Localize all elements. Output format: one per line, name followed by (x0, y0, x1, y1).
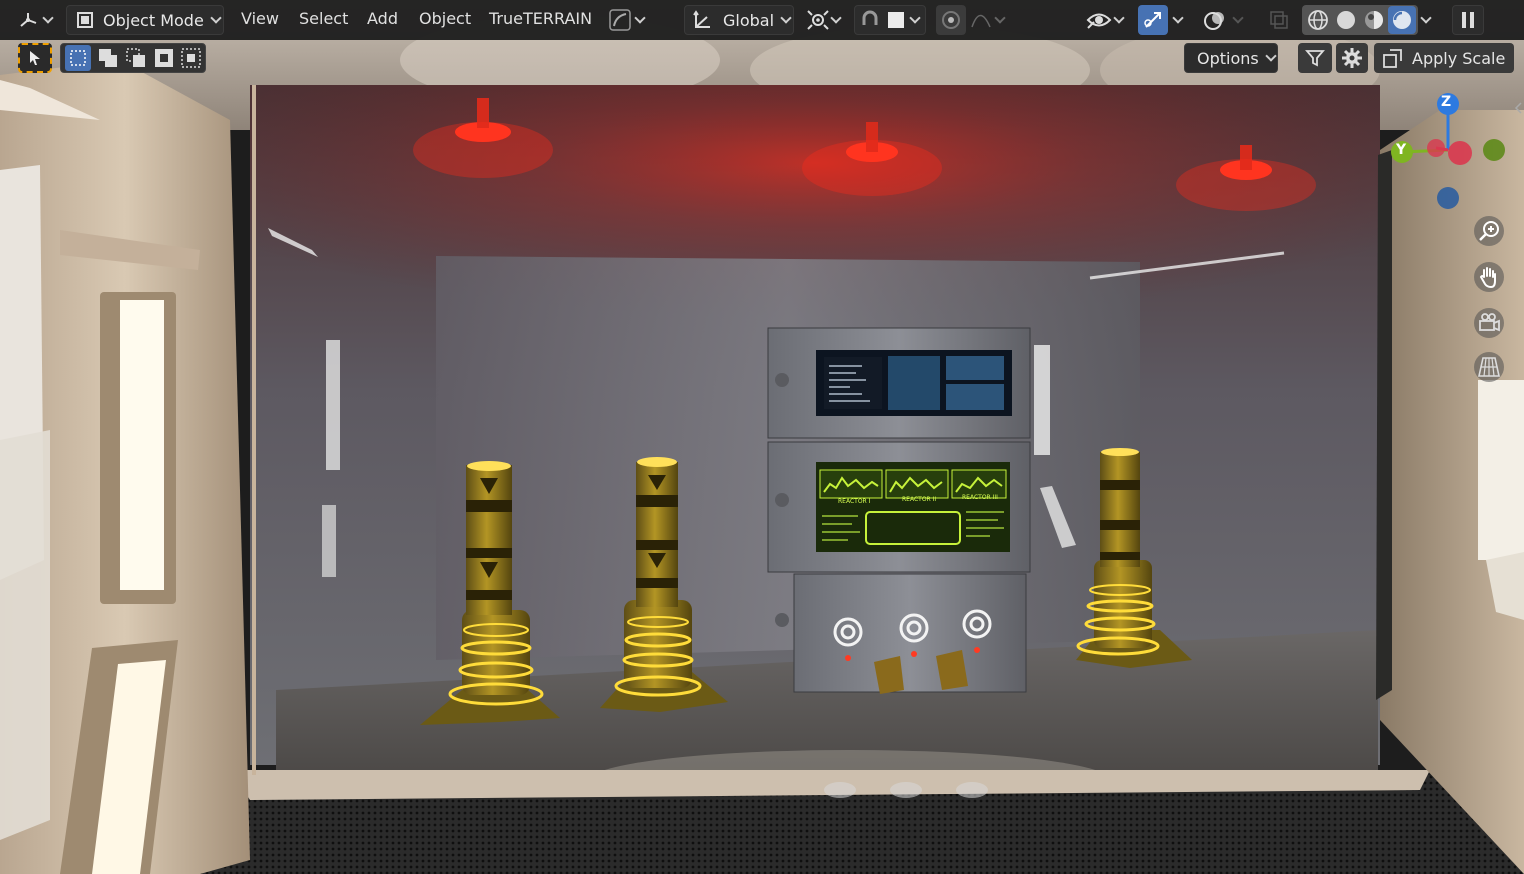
wireframe-shading-icon[interactable] (1304, 9, 1332, 31)
chevron-down-icon (1420, 11, 1432, 24)
xray-toggle[interactable] (1268, 5, 1298, 35)
pause-icon (1460, 10, 1476, 30)
control-console: REACTOR I REACTOR II REACTOR III (767, 327, 1031, 694)
rendered-shading-icon[interactable] (1388, 6, 1416, 34)
mode-dropdown[interactable]: Object Mode (66, 5, 224, 35)
overlays-toggle-group[interactable] (1200, 5, 1258, 35)
select-new-icon[interactable] (64, 45, 91, 71)
chevron-down-icon (1232, 11, 1244, 24)
reactor-label-2: REACTOR II (902, 496, 936, 503)
chevron-down-icon (1265, 49, 1277, 62)
menu-object[interactable]: Object (419, 9, 471, 28)
transform-orientation-dropdown[interactable]: Global (684, 5, 794, 35)
axis-z-label: Z (1441, 94, 1452, 110)
object-mode-cube-icon (75, 10, 95, 30)
pan-button[interactable] (1474, 262, 1504, 292)
proportional-edit-group[interactable] (936, 5, 1010, 35)
options-dropdown[interactable]: Options (1184, 43, 1278, 73)
chevron-down-icon (1113, 11, 1125, 24)
transform-axes-icon (691, 9, 713, 31)
orientation-label: Global (723, 10, 775, 30)
reactor-label-1: REACTOR I (838, 498, 871, 505)
gizmo-icon[interactable] (1138, 5, 1168, 35)
select-intersect-icon[interactable] (181, 48, 201, 68)
editor-type-button[interactable] (18, 5, 58, 35)
selection-mode-group[interactable] (60, 43, 206, 73)
select-invert-icon[interactable] (154, 48, 174, 68)
xray-icon (1268, 9, 1290, 31)
gear-icon (1341, 47, 1363, 69)
overlays-icon[interactable] (1200, 8, 1230, 32)
sidebar-toggle-arrow[interactable] (1512, 100, 1524, 116)
snap-target-icon[interactable] (885, 11, 907, 29)
select-extend-icon[interactable] (98, 48, 118, 68)
chevron-down-icon (909, 11, 921, 24)
camera-view-button[interactable] (1474, 308, 1504, 338)
visibility-eye-icon (1086, 10, 1112, 30)
zoom-button[interactable] (1474, 216, 1504, 246)
select-tool-button[interactable] (18, 43, 52, 73)
magnet-icon[interactable] (855, 9, 885, 31)
menu-view[interactable]: View (241, 9, 279, 28)
menu-trueterrain[interactable]: TrueTERRAIN (489, 9, 592, 28)
camera-icon (1477, 311, 1501, 335)
filter-funnel-icon (1305, 48, 1325, 68)
pivot-point-icon (806, 9, 830, 31)
options-label: Options (1197, 48, 1259, 68)
menu-add[interactable]: Add (367, 9, 398, 28)
grid-perspective-icon (1477, 355, 1501, 379)
3d-viewport[interactable]: REACTOR I REACTOR II REACTOR III (0, 0, 1524, 874)
apply-scale-label: Apply Scale (1412, 48, 1506, 68)
terrain-tool-dropdown[interactable] (608, 5, 652, 35)
proportional-edit-icon[interactable] (936, 5, 966, 35)
pivot-point-dropdown[interactable] (806, 5, 848, 35)
chevron-down-icon (634, 11, 646, 24)
menu-select[interactable]: Select (299, 9, 348, 28)
cursor-arrow-icon (27, 49, 43, 67)
curve-icon (608, 8, 632, 32)
solid-shading-icon[interactable] (1332, 9, 1360, 31)
chevron-down-icon (994, 11, 1006, 24)
material-preview-shading-icon[interactable] (1360, 9, 1388, 31)
chevron-down-icon (210, 11, 222, 24)
filter-button[interactable] (1298, 43, 1332, 73)
axis-y-label: Y (1396, 142, 1407, 158)
reactor-label-3: REACTOR III (962, 494, 998, 501)
navigation-gizmo[interactable]: Z Y (1386, 90, 1510, 214)
falloff-curve-icon[interactable] (966, 10, 996, 30)
snapping-group[interactable] (854, 5, 926, 35)
select-subtract-icon[interactable] (126, 48, 146, 68)
scene-render: REACTOR I REACTOR II REACTOR III (0, 0, 1524, 874)
perspective-toggle-button[interactable] (1474, 352, 1504, 382)
settings-button[interactable] (1336, 43, 1368, 73)
gizmo-toggle-group[interactable] (1138, 5, 1192, 35)
axes-grid-icon (18, 10, 40, 30)
chevron-down-icon (42, 11, 54, 24)
apply-scale-icon (1382, 47, 1404, 69)
shading-mode-group[interactable] (1302, 5, 1418, 35)
shading-options-dropdown[interactable] (1420, 5, 1440, 35)
apply-scale-button[interactable]: Apply Scale (1374, 43, 1514, 73)
chevron-down-icon (1172, 11, 1184, 24)
hand-pan-icon (1477, 265, 1501, 289)
chevron-down-icon (780, 11, 792, 24)
tool-settings-row: Options Apply Scale (0, 40, 1524, 76)
mode-label: Object Mode (103, 10, 204, 30)
zoom-icon (1477, 219, 1501, 243)
pause-render-button[interactable] (1452, 5, 1484, 35)
visibility-dropdown[interactable] (1086, 5, 1130, 35)
viewport-header: Object Mode View Select Add Object TrueT… (0, 0, 1524, 40)
chevron-down-icon (830, 11, 842, 24)
